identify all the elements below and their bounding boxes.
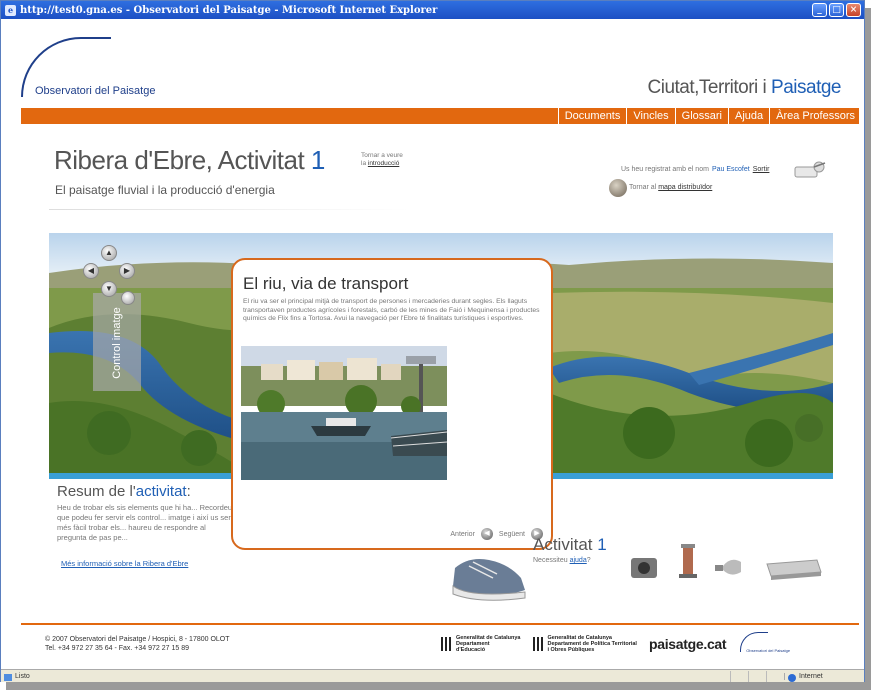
pan-right-button[interactable]: ▶ — [119, 263, 135, 279]
popup-next-label[interactable]: Següent — [499, 531, 525, 538]
footer-logos: Generalitat de Catalunya Departament d'Edu… — [441, 630, 798, 658]
activity-number: 1 — [597, 535, 607, 554]
gencat-ptop-logo[interactable]: Generalitat de Catalunya Departament de P… — [532, 635, 637, 653]
user-name[interactable]: Pau Escofet — [712, 166, 750, 173]
nav-documents[interactable]: Documents — [557, 108, 627, 124]
page-title-number: 1 — [310, 145, 325, 175]
gencat-educacio-logo[interactable]: Generalitat de Catalunya Departament d'Edu… — [441, 635, 521, 653]
summary-title-suffix: : — [186, 483, 191, 500]
nav-ajuda[interactable]: Ajuda — [727, 108, 769, 124]
page-subtitle: El paisatge fluvial i la producció d'ene… — [55, 183, 275, 197]
gencat-bars-icon — [441, 637, 453, 651]
activity-title: Activitat 1 — [533, 535, 607, 555]
camera-icon[interactable] — [631, 558, 657, 578]
popup-prev-label[interactable]: Anterior — [450, 531, 475, 538]
logo1-line3: d'Educació — [456, 647, 486, 653]
status-text: Listo — [1, 673, 730, 681]
observatori-small-logo[interactable]: Observatori del Paisatge — [738, 630, 798, 658]
page-title: Ribera d'Ebre, Activitat 1 — [54, 145, 325, 176]
header-divider — [49, 209, 409, 210]
footer-address: © 2007 Observatori del Paisatge / Hospic… — [45, 636, 230, 643]
status-bar: Listo Internet — [1, 669, 864, 682]
activity-title-text: Activitat — [533, 535, 598, 554]
map-prefix: Tornar al — [629, 184, 659, 191]
summary-title: Resum de l'activitat: — [57, 483, 191, 500]
gencat-bars-icon — [532, 637, 545, 651]
maximize-button[interactable]: □ — [829, 3, 844, 17]
small-logo-text: Observatori del Paisatge — [746, 648, 791, 653]
help-link[interactable]: ajuda — [570, 557, 587, 564]
activity-tools — [631, 544, 822, 580]
summary-title-prefix: Resum de l' — [57, 483, 136, 500]
map-link-line: Tornar al mapa distribuïdor — [629, 184, 712, 191]
help-line: Necessiteu ajuda? — [533, 557, 591, 564]
minimize-button[interactable]: _ — [812, 3, 827, 17]
logo2-line3: i Obres Públiques — [547, 647, 595, 653]
footer-contact: © 2007 Observatori del Paisatge / Hospic… — [45, 635, 230, 653]
browser-window: e http://test0.gna.es - Observatori del … — [0, 0, 865, 682]
paisatge-cat-logo[interactable]: paisatge.cat — [649, 636, 727, 652]
summary-text: Heu de trobar els sis elements que hi ha… — [57, 503, 235, 542]
status-separator — [748, 670, 766, 682]
site-logo[interactable]: Observatori del Paisatge — [35, 85, 155, 97]
more-info-link[interactable]: Més informació sobre la Ribera d'Ebre — [61, 559, 188, 568]
popup-title: El riu, via de transport — [243, 274, 409, 293]
lamp-icon[interactable] — [679, 544, 697, 578]
nav-area-professors[interactable]: Àrea Professors — [769, 108, 859, 124]
river-boat-image — [241, 346, 447, 480]
popup-navigation: Anterior ◀ Següent ▶ — [450, 528, 543, 540]
intro-prefix: la — [361, 160, 368, 167]
ie-icon: e — [5, 4, 16, 16]
help-suffix: ? — [586, 557, 591, 564]
pan-up-button[interactable]: ▲ — [101, 245, 117, 261]
site-title-part1: Ciutat,Territori i — [647, 77, 772, 98]
prev-arrow-icon[interactable]: ◀ — [480, 528, 493, 540]
pan-left-button[interactable]: ◀ — [83, 263, 99, 279]
window-title: http://test0.gna.es - Observatori del Pa… — [20, 4, 438, 16]
pan-down-button[interactable]: ▼ — [101, 281, 117, 297]
nav-vincles[interactable]: Vincles — [626, 108, 674, 124]
popup-text: El riu va ser el principal mitjà de tran… — [243, 298, 540, 322]
river-boat-photo — [241, 346, 447, 480]
info-popup: El riu, via de transport El riu va ser e… — [231, 258, 553, 550]
hiking-boot-icon[interactable] — [449, 548, 529, 606]
logout-link[interactable]: Sortir — [753, 166, 770, 173]
zoom-slider-handle[interactable] — [121, 291, 135, 305]
title-bar: e http://test0.gna.es - Observatori del … — [1, 1, 864, 19]
main-nav: Documents Vincles Glossari Ajuda Àrea Pr… — [21, 108, 859, 124]
page-title-text: Ribera d'Ebre, Activitat — [54, 145, 311, 175]
close-button[interactable]: × — [846, 3, 861, 17]
glasses-icon — [794, 161, 826, 178]
site-title-part2: Paisatge — [771, 77, 841, 98]
intro-link-block: Tornar a veure la introducció — [361, 152, 403, 168]
page-content: Observatori del Paisatge Ciutat,Territor… — [9, 23, 859, 668]
map-link[interactable]: mapa distribuïdor — [658, 184, 712, 191]
registered-text: Us heu registrat amb el nom — [621, 166, 709, 173]
status-zone: Internet — [784, 672, 864, 682]
nav-glossari[interactable]: Glossari — [674, 108, 728, 124]
status-separator — [766, 670, 784, 682]
intro-link[interactable]: introducció — [368, 160, 399, 167]
window-controls: _ □ × — [812, 3, 861, 17]
footer-divider — [21, 623, 859, 625]
user-info: Us heu registrat amb el nom Pau Escofet So… — [621, 166, 769, 173]
status-separator — [730, 670, 748, 682]
image-control-label: Control imatge — [110, 307, 123, 379]
device-icon[interactable] — [766, 559, 822, 580]
help-prefix: Necessiteu — [533, 557, 570, 564]
site-title: Ciutat,Territori i Paisatge — [647, 77, 842, 99]
intro-line1: Tornar a veure — [361, 152, 403, 159]
summary-title-highlight: activitat — [135, 483, 187, 500]
footer-phone: Tel. +34 972 27 35 64 - Fax. +34 972 27 … — [45, 645, 189, 652]
bulb-icon[interactable] — [715, 559, 741, 575]
globe-icon — [609, 179, 627, 197]
